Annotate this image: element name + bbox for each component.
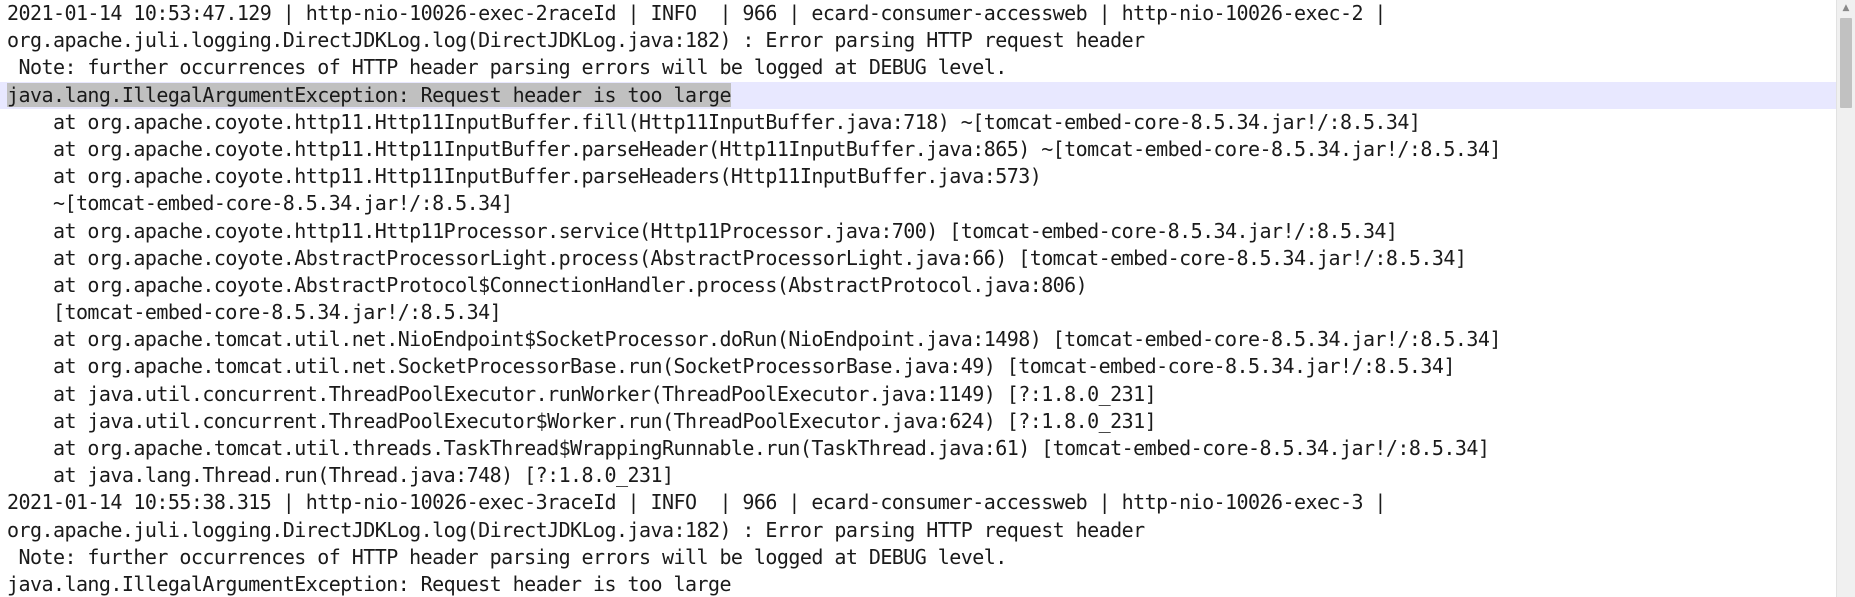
- log-line-current[interactable]: java.lang.IllegalArgumentException: Requ…: [0, 81, 1836, 109]
- log-lines: 2021-01-14 10:53:47.129 | http-nio-10026…: [0, 0, 1836, 597]
- selected-text[interactable]: java.lang.IllegalArgumentException: Requ…: [7, 82, 731, 107]
- log-line[interactable]: java.lang.IllegalArgumentException: Requ…: [7, 571, 1836, 597]
- log-line[interactable]: at java.util.concurrent.ThreadPoolExecut…: [7, 381, 1836, 408]
- log-line[interactable]: Note: further occurrences of HTTP header…: [7, 54, 1836, 81]
- scroll-up-icon[interactable]: ▲: [1837, 0, 1855, 16]
- log-line[interactable]: [tomcat-embed-core-8.5.34.jar!/:8.5.34]: [7, 299, 1836, 326]
- log-line[interactable]: at org.apache.coyote.AbstractProtocol$Co…: [7, 272, 1836, 299]
- vertical-scrollbar[interactable]: ▲: [1836, 0, 1855, 597]
- log-line[interactable]: at java.lang.Thread.run(Thread.java:748)…: [7, 462, 1836, 489]
- log-line[interactable]: Note: further occurrences of HTTP header…: [7, 544, 1836, 571]
- log-line[interactable]: at org.apache.coyote.AbstractProcessorLi…: [7, 245, 1836, 272]
- scroll-thumb[interactable]: [1840, 18, 1852, 108]
- log-line[interactable]: org.apache.juli.logging.DirectJDKLog.log…: [7, 27, 1836, 54]
- log-line[interactable]: at org.apache.coyote.http11.Http11Proces…: [7, 218, 1836, 245]
- log-line[interactable]: org.apache.juli.logging.DirectJDKLog.log…: [7, 517, 1836, 544]
- log-line[interactable]: 2021-01-14 10:53:47.129 | http-nio-10026…: [7, 0, 1836, 27]
- log-line[interactable]: at org.apache.tomcat.util.net.NioEndpoin…: [7, 326, 1836, 353]
- log-line[interactable]: at java.util.concurrent.ThreadPoolExecut…: [7, 408, 1836, 435]
- log-line[interactable]: at org.apache.coyote.http11.Http11InputB…: [7, 163, 1836, 190]
- log-text-editor[interactable]: 2021-01-14 10:53:47.129 | http-nio-10026…: [0, 0, 1836, 597]
- log-line[interactable]: at org.apache.coyote.http11.Http11InputB…: [7, 136, 1836, 163]
- log-line[interactable]: 2021-01-14 10:55:38.315 | http-nio-10026…: [7, 489, 1836, 516]
- log-line[interactable]: at org.apache.coyote.http11.Http11InputB…: [7, 109, 1836, 136]
- log-line[interactable]: at org.apache.tomcat.util.threads.TaskTh…: [7, 435, 1836, 462]
- log-line[interactable]: at org.apache.tomcat.util.net.SocketProc…: [7, 353, 1836, 380]
- log-line[interactable]: ~[tomcat-embed-core-8.5.34.jar!/:8.5.34]: [7, 190, 1836, 217]
